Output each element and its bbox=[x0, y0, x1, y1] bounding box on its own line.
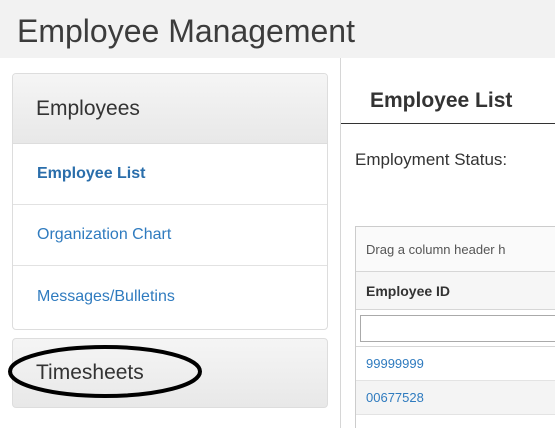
sidebar-employees-panel: Employees Employee List Organization Cha… bbox=[12, 73, 328, 330]
panel-heading-label: Timesheets bbox=[36, 361, 144, 384]
page-title: Employee List bbox=[370, 89, 513, 112]
panel-heading-employees[interactable]: Employees bbox=[13, 74, 327, 144]
app-title: Employee Management bbox=[17, 13, 355, 49]
sidebar-item-employee-list[interactable]: Employee List bbox=[13, 144, 327, 205]
sidebar-timesheets-panel: Timesheets bbox=[12, 338, 328, 408]
grid-filter-row bbox=[356, 310, 555, 347]
sidebar-item-organization-chart[interactable]: Organization Chart bbox=[13, 205, 327, 266]
sidebar-item-label: Organization Chart bbox=[37, 226, 172, 243]
employee-id-filter-input[interactable] bbox=[360, 315, 555, 342]
table-row: 99999999 bbox=[356, 347, 555, 381]
sidebar-item-messages-bulletins[interactable]: Messages/Bulletins bbox=[13, 266, 327, 327]
panel-heading-timesheets[interactable]: Timesheets bbox=[13, 339, 327, 407]
employee-id-link[interactable]: 00677528 bbox=[366, 390, 424, 405]
employee-grid: Drag a column header h Employee ID 99999… bbox=[355, 226, 555, 428]
sidebar-item-label: Messages/Bulletins bbox=[37, 287, 175, 305]
table-row: 00677528 bbox=[356, 381, 555, 415]
app-header: Employee Management bbox=[0, 0, 555, 58]
sidebar-item-label: Employee List bbox=[37, 165, 146, 182]
column-header-employee-id[interactable]: Employee ID bbox=[356, 272, 555, 310]
employee-id-link[interactable]: 99999999 bbox=[366, 356, 424, 371]
panel-heading-label: Employees bbox=[36, 96, 140, 120]
main-title-bar: Employee List bbox=[341, 76, 555, 124]
grid-group-hint: Drag a column header h bbox=[356, 227, 555, 272]
employment-status-label: Employment Status: bbox=[355, 150, 508, 169]
